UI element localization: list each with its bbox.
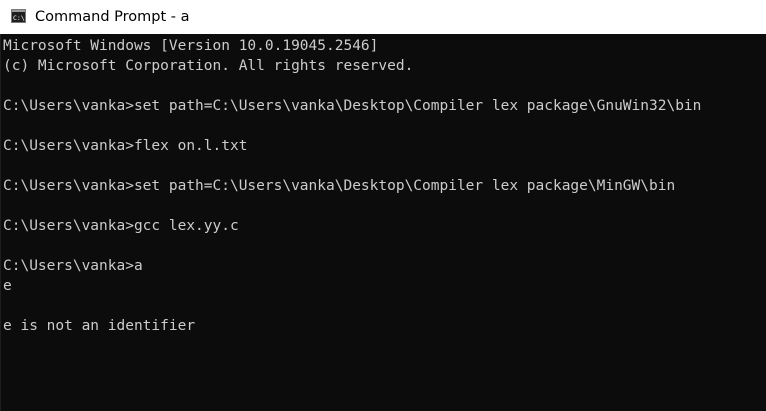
console-line: e [3, 278, 12, 294]
cmd-icon[interactable]: C:\ [11, 9, 26, 23]
console-line: C:\Users\vanka>set path=C:\Users\vanka\D… [3, 98, 702, 114]
console-line: C:\Users\vanka>a [3, 258, 143, 274]
console-output[interactable]: Microsoft Windows [Version 10.0.19045.25… [3, 36, 766, 411]
console-line: Microsoft Windows [Version 10.0.19045.25… [3, 38, 379, 54]
console-line: (c) Microsoft Corporation. All rights re… [3, 58, 414, 74]
console-line: C:\Users\vanka>gcc lex.yy.c [3, 218, 239, 234]
console-line: e is not an identifier [3, 318, 196, 334]
left-border [0, 34, 1, 411]
svg-text:C:\: C:\ [13, 14, 25, 22]
window-title: Command Prompt - a [35, 9, 190, 25]
console-line: C:\Users\vanka>set path=C:\Users\vanka\D… [3, 178, 676, 194]
title-bar[interactable]: C:\ Command Prompt - a [0, 0, 766, 34]
command-prompt-window: C:\ Command Prompt - a Microsoft Windows… [0, 0, 766, 411]
console-line: C:\Users\vanka>flex on.l.txt [3, 138, 248, 154]
